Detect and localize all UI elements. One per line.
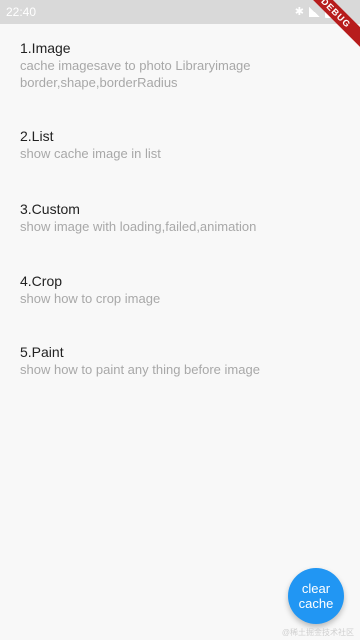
- menu-item-title: 1.Image: [20, 40, 71, 56]
- menu-item-title: 4.Crop: [20, 273, 63, 289]
- menu-item-paint[interactable]: 5.Paint show how to paint any thing befo…: [20, 344, 340, 378]
- status-bar: 22:40 ✱: [0, 0, 360, 24]
- menu-item-description: show how to paint any thing before image: [20, 362, 260, 377]
- menu-item-image[interactable]: 1.Image cache imagesave to photo Library…: [20, 40, 340, 91]
- menu-item-description: show how to crop image: [20, 291, 161, 306]
- menu-item-title: 5.Paint: [20, 344, 64, 360]
- clear-cache-label-line1: clear: [301, 581, 331, 596]
- menu-item-crop[interactable]: 4.Crop show how to crop image: [20, 273, 340, 307]
- menu-item-description: show image with loading,failed,animation: [20, 219, 257, 234]
- clear-cache-button[interactable]: clear cache: [288, 568, 344, 624]
- status-time: 22:40: [6, 5, 37, 19]
- menu-item-title: 3.Custom: [20, 201, 80, 217]
- clear-cache-label-line2: cache: [298, 596, 334, 611]
- menu-item-description: cache imagesave to photo Libraryimage: [20, 58, 251, 73]
- menu-item-description: show cache image in list: [20, 146, 161, 161]
- menu-item-description: border,shape,borderRadius: [20, 75, 178, 90]
- bluetooth-icon: ✱: [294, 6, 304, 18]
- menu-item-title: 2.List: [20, 128, 54, 144]
- menu-item-list[interactable]: 2.List show cache image in list: [20, 128, 340, 162]
- signal-icon: [309, 7, 320, 17]
- menu-item-custom[interactable]: 3.Custom show image with loading,failed,…: [20, 201, 340, 235]
- watermark: @稀土掘金技术社区: [281, 628, 354, 637]
